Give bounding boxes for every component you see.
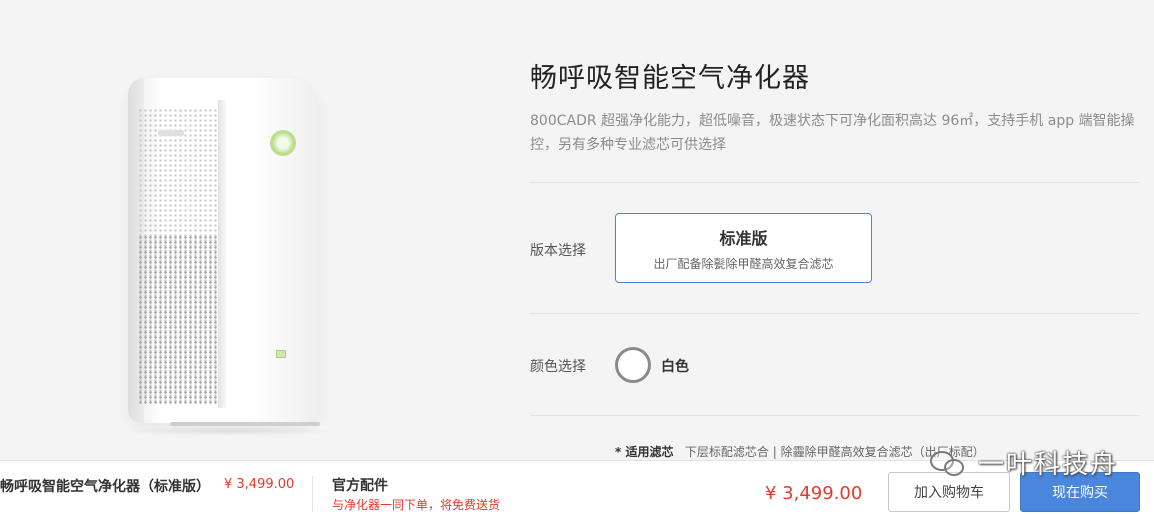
floor-shadow xyxy=(120,426,340,436)
accessories-note: 与净化器一同下单，将免费送货 xyxy=(332,498,501,512)
purifier-grille-lower xyxy=(138,235,218,405)
version-option-standard[interactable]: 标准版 出厂配备除甏除甲醛高效复合滤芯 xyxy=(615,213,872,283)
version-option-desc: 出厂配备除甏除甲醛高效复合滤芯 xyxy=(653,257,834,271)
divider xyxy=(530,313,1140,314)
sensor-tag-icon xyxy=(276,350,286,358)
version-label: 版本选择 xyxy=(530,243,586,259)
purifier-grille-edge xyxy=(218,100,226,408)
product-image xyxy=(110,70,350,445)
bottom-separator xyxy=(312,476,313,512)
wechat-icon xyxy=(928,445,968,481)
total-price: ¥ 3,499.00 xyxy=(765,483,863,504)
bottom-product-name: 畅呼吸智能空气净化器（标准版） xyxy=(0,479,210,495)
color-option-name: 白色 xyxy=(661,359,689,375)
filter-note-title: * 适用滤芯 xyxy=(615,445,674,459)
purifier-base xyxy=(170,422,320,426)
product-subtitle: 800CADR 超强净化能力，超低噪音，极速状态下可净化面积高达 96㎡，支持手… xyxy=(530,113,1135,153)
divider xyxy=(530,415,1140,416)
purifier-handle-slot xyxy=(158,130,184,136)
color-swatch-white[interactable] xyxy=(615,347,651,383)
accessories-link[interactable]: 官方配件 xyxy=(332,475,388,495)
color-label: 颜色选择 xyxy=(530,359,586,375)
watermark-text: 一叶科技舟 xyxy=(978,450,1119,480)
divider xyxy=(530,182,1140,183)
product-title: 畅呼吸智能空气净化器 xyxy=(530,63,810,94)
status-led-icon xyxy=(270,130,296,156)
watermark: 一叶科技舟 xyxy=(928,444,1118,481)
version-option-name: 标准版 xyxy=(719,229,768,248)
bottom-product-price: ¥ 3,499.00 xyxy=(224,477,295,492)
